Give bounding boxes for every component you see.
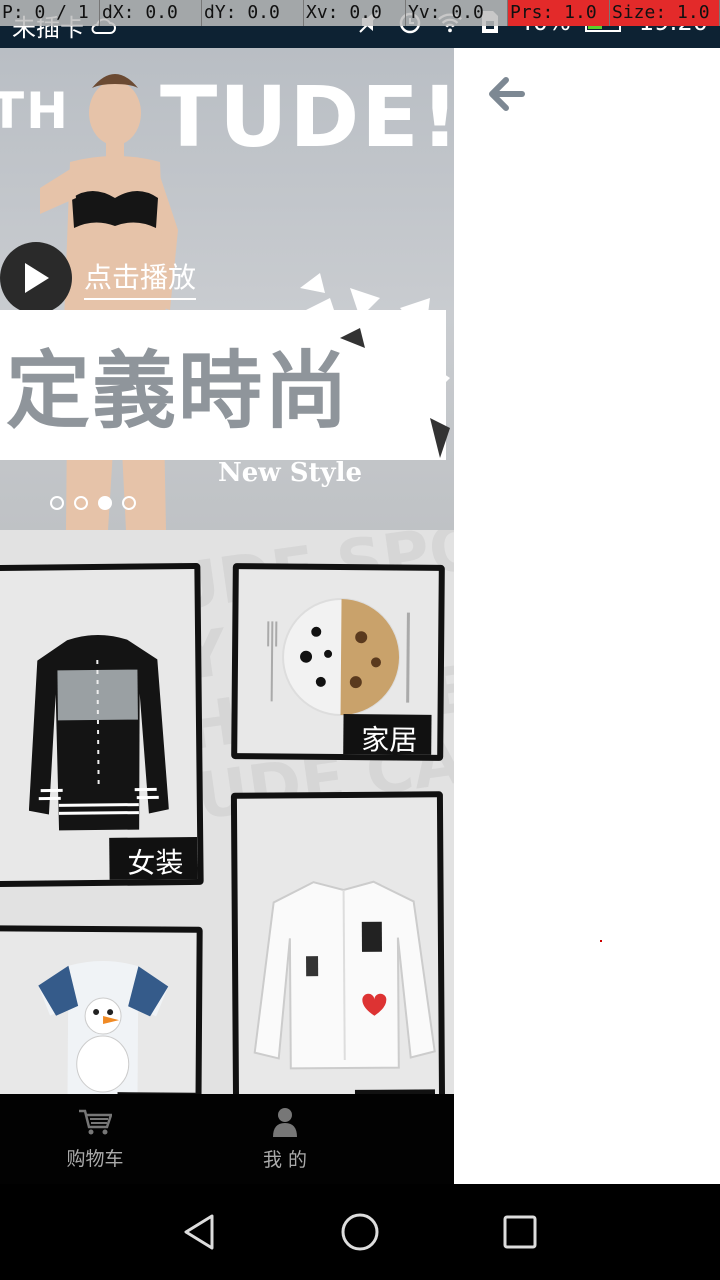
tab-cart[interactable]: 购物车 <box>0 1094 190 1184</box>
home-circle-icon <box>341 1213 379 1251</box>
video-banner[interactable]: TH TUDE! 点击播放 定義時尚 New Style <box>0 48 454 530</box>
recents-square-icon <box>503 1215 537 1249</box>
play-label[interactable]: 点击播放 <box>84 256 197 300</box>
carousel-indicator <box>50 496 136 510</box>
touch-point-marker <box>600 940 602 942</box>
category-label-women: 女装 <box>109 836 198 886</box>
app-panel: TH TUDE! 点击播放 定義時尚 New Style 女装 家居 购物车 我… <box>0 48 454 1184</box>
category-tile-home[interactable]: 家居 <box>231 563 445 761</box>
carousel-dot <box>50 496 64 510</box>
debug-dx: dX: 0.0 <box>100 0 202 26</box>
system-nav-bar <box>0 1184 720 1280</box>
bottom-tab-bar: 购物车 我 的 <box>0 1094 454 1184</box>
debug-dy: dY: 0.0 <box>202 0 304 26</box>
banner-title: 定義時尚 <box>6 342 351 440</box>
tab-profile[interactable]: 我 的 <box>190 1094 380 1184</box>
tab-profile-label: 我 的 <box>262 1148 308 1171</box>
carousel-dot <box>74 496 88 510</box>
debug-pointer: P: 0 / 1 <box>0 0 100 26</box>
nav-back-button[interactable] <box>176 1208 224 1256</box>
pointer-debug-overlay: P: 0 / 1 dX: 0.0 dY: 0.0 Xv: 0.0 Yv: 0.0… <box>0 0 720 26</box>
shirt-icon <box>253 880 436 1070</box>
nav-recents-button[interactable] <box>496 1208 544 1256</box>
carousel-dot-active <box>98 496 112 510</box>
nav-home-button[interactable] <box>336 1208 384 1256</box>
category-grid: ATTITUDE SPORTYFAMILY TUDE ATTIMATCH MOD… <box>0 530 454 1094</box>
category-tile-women[interactable]: 女装 <box>0 562 204 888</box>
debug-yv: Yv: 0.0 <box>406 0 508 26</box>
tab-cart-label: 购物车 <box>66 1147 124 1170</box>
plate-icon <box>267 598 410 717</box>
user-icon <box>273 1107 297 1137</box>
kids-top-icon <box>38 961 169 1094</box>
jacket-icon <box>28 634 169 831</box>
banner-subtitle: New Style <box>218 458 363 488</box>
category-tile-kids[interactable] <box>0 925 203 1094</box>
banner-headline-main: TUDE! <box>159 68 454 166</box>
category-tile-shirt[interactable] <box>230 791 446 1094</box>
category-label-home: 家居 <box>343 714 432 761</box>
back-arrow-icon[interactable] <box>488 76 528 112</box>
cart-icon <box>79 1109 112 1134</box>
debug-xv: Xv: 0.0 <box>304 0 406 26</box>
play-icon <box>25 263 49 293</box>
debug-pressure: Prs: 1.0 <box>508 0 610 26</box>
carousel-dot <box>122 496 136 510</box>
play-button[interactable] <box>0 242 72 314</box>
back-triangle-icon <box>184 1214 214 1250</box>
screen: 未插卡 40% 19:20 P: 0 / <box>0 0 720 1280</box>
debug-size: Size: 1.0 <box>610 0 720 26</box>
